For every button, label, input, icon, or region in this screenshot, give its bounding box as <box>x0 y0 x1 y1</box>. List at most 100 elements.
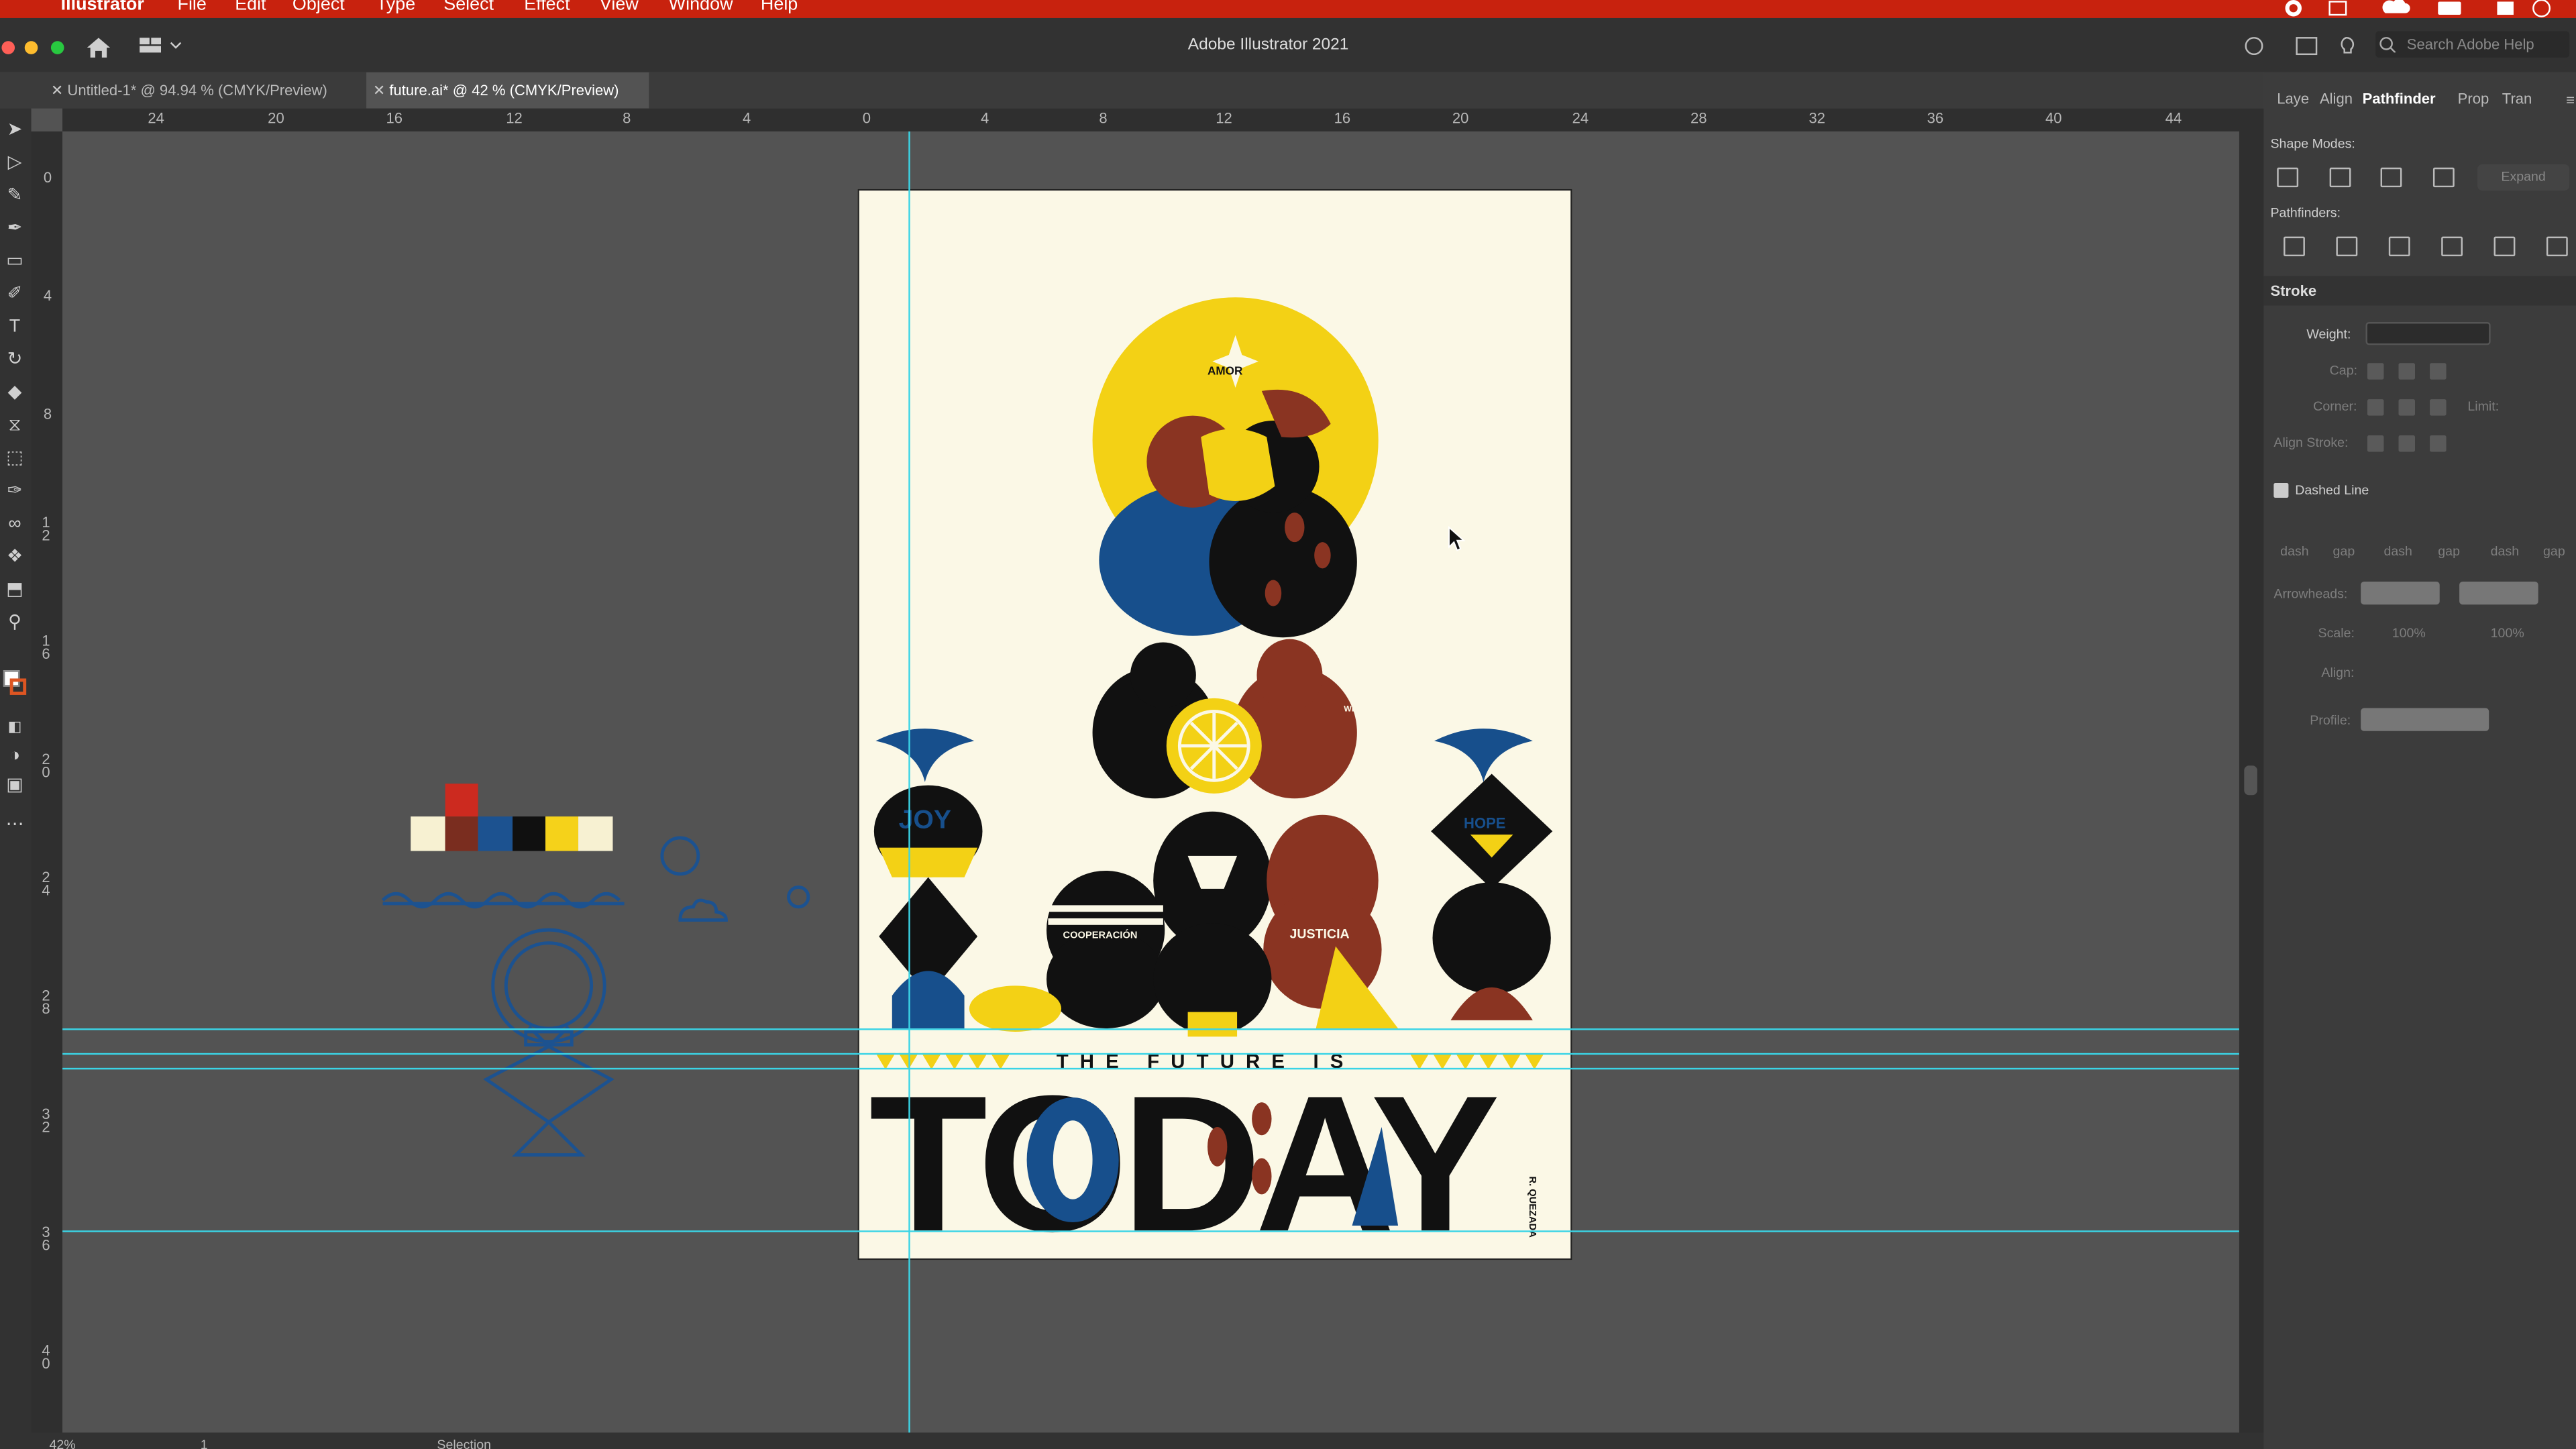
dashed-line-checkbox[interactable] <box>2273 483 2289 498</box>
align-center-button[interactable] <box>2367 435 2384 452</box>
gap-label: gap <box>2543 543 2565 559</box>
round-cap-button[interactable] <box>2398 363 2416 380</box>
swatch-red[interactable] <box>445 784 478 817</box>
ruler-label: 8 <box>1099 110 1108 127</box>
profile-select[interactable] <box>2361 708 2489 731</box>
menu-file[interactable]: File <box>177 0 206 15</box>
window-zoom-button[interactable] <box>50 41 64 54</box>
bevel-join-button[interactable] <box>2430 399 2447 416</box>
zoom-level[interactable]: 42% <box>49 1438 75 1449</box>
guide-horizontal[interactable] <box>62 1053 2239 1055</box>
canvas-area[interactable]: AMOR JOY HOPE WELCOME COOPERACIÓN JUSTIC… <box>62 131 2239 1433</box>
color-mode-icon[interactable]: ◧ <box>1 713 28 739</box>
stroke-weight-input[interactable] <box>2365 322 2491 345</box>
direct-selection-tool-icon[interactable]: ▷ <box>1 150 28 176</box>
intersect-button[interactable] <box>2380 167 2402 188</box>
end-scale-value[interactable]: 100% <box>2491 626 2524 641</box>
pen-tool-icon[interactable]: ✒ <box>1 215 28 241</box>
ruler-label: 24 <box>42 869 50 899</box>
tab-transform[interactable]: Tran <box>2502 85 2532 111</box>
artboard-tool-icon[interactable]: ⬒ <box>1 577 28 603</box>
artboard-poster[interactable]: AMOR JOY HOPE WELCOME COOPERACIÓN JUSTIC… <box>857 189 1572 1272</box>
exclude-button[interactable] <box>2432 167 2455 188</box>
menu-type[interactable]: Type <box>376 0 415 15</box>
joy-label: JOY <box>899 805 951 834</box>
status-bar: 42% 1 Selection <box>0 1432 2264 1449</box>
selection-tool-icon[interactable]: ➤ <box>1 117 28 143</box>
ruler-label: 0 <box>862 110 871 127</box>
menu-object[interactable]: Object <box>292 0 345 15</box>
close-icon[interactable]: ✕ <box>373 72 385 109</box>
expand-button[interactable]: Expand <box>2477 164 2570 191</box>
guide-horizontal[interactable] <box>62 1230 2239 1232</box>
projecting-cap-button[interactable] <box>2430 363 2447 380</box>
outline-button[interactable] <box>2493 236 2516 257</box>
screen-mode-icon[interactable]: ▣ <box>1 772 28 798</box>
guide-vertical[interactable] <box>908 131 910 1433</box>
menu-window[interactable]: Window <box>669 0 733 15</box>
blend-tool-icon[interactable]: ∞ <box>1 511 28 537</box>
guide-horizontal[interactable] <box>62 1067 2239 1070</box>
miter-join-button[interactable] <box>2367 399 2384 416</box>
rotate-tool-icon[interactable]: ↻ <box>1 347 28 373</box>
width-tool-icon[interactable]: ⧖ <box>1 413 28 439</box>
zoom-tool-icon[interactable]: ⚲ <box>1 610 28 636</box>
eyedropper-tool-icon[interactable]: ✑ <box>1 478 28 504</box>
ruler-label: 0 <box>43 169 52 186</box>
vertical-scrollbar[interactable] <box>2239 108 2264 1433</box>
menu-view[interactable]: View <box>600 0 639 15</box>
ruler-label: 32 <box>42 1106 50 1136</box>
crop-button[interactable] <box>2441 236 2463 257</box>
start-scale-value[interactable]: 100% <box>2392 626 2426 641</box>
guide-horizontal[interactable] <box>62 1028 2239 1030</box>
butt-cap-button[interactable] <box>2367 363 2384 380</box>
symbol-sprayer-tool-icon[interactable]: ❖ <box>1 544 28 570</box>
trim-button[interactable] <box>2336 236 2358 257</box>
start-arrowhead-select[interactable] <box>2361 581 2440 605</box>
scrollbar-thumb[interactable] <box>2244 765 2257 796</box>
end-arrowhead-select[interactable] <box>2459 581 2538 605</box>
tab-properties[interactable]: Prop <box>2458 85 2489 111</box>
magic-wand-tool-icon[interactable]: ✎ <box>1 182 28 209</box>
round-join-button[interactable] <box>2398 399 2416 416</box>
merge-button[interactable] <box>2388 236 2410 257</box>
align-outside-button[interactable] <box>2430 435 2447 452</box>
pencil-tool-icon[interactable]: ✐ <box>1 281 28 307</box>
rectangle-tool-icon[interactable]: ▭ <box>1 248 28 274</box>
ruler-label: 20 <box>42 751 50 781</box>
align-inside-button[interactable] <box>2398 435 2416 452</box>
window-close-button[interactable] <box>1 41 15 54</box>
document-tab-bar: ✕ Untitled-1* @ 94.94 % (CMYK/Preview) ✕… <box>0 72 2264 109</box>
divide-button[interactable] <box>2284 236 2305 257</box>
artboard-number[interactable]: 1 <box>201 1438 208 1449</box>
unite-button[interactable] <box>2277 167 2299 188</box>
eraser-tool-icon[interactable]: ◆ <box>1 380 28 406</box>
menu-app-name[interactable]: Illustrator <box>61 0 144 15</box>
menu-edit[interactable]: Edit <box>235 0 266 15</box>
free-transform-tool-icon[interactable]: ⬚ <box>1 445 28 472</box>
menu-effect[interactable]: Effect <box>524 0 570 15</box>
tab-layers[interactable]: Laye <box>2277 85 2309 111</box>
tab-untitled-1[interactable]: ✕ Untitled-1* @ 94.94 % (CMYK/Preview) <box>44 72 366 109</box>
minus-back-button[interactable] <box>2546 236 2568 257</box>
panel-menu-icon[interactable]: ≡ <box>2566 92 2575 108</box>
home-icon[interactable] <box>85 36 111 59</box>
menu-help[interactable]: Help <box>761 0 798 15</box>
minus-front-button[interactable] <box>2329 167 2351 188</box>
type-tool-icon[interactable]: T <box>1 314 28 340</box>
shape-modes-label: Shape Modes: <box>2270 136 2355 152</box>
tab-align[interactable]: Align <box>2320 85 2353 111</box>
menu-select[interactable]: Select <box>443 0 494 15</box>
stroke-swatch[interactable] <box>9 678 27 695</box>
pasteboard-outline-shapes[interactable] <box>374 821 835 1166</box>
workspace-switcher-icon[interactable] <box>138 36 187 56</box>
stroke-panel-header[interactable]: Stroke <box>2263 276 2576 306</box>
more-tools-icon[interactable]: ⋯ <box>1 812 28 838</box>
close-icon[interactable]: ✕ <box>51 72 63 109</box>
window-minimize-button[interactable] <box>24 41 38 54</box>
tab-pathfinder[interactable]: Pathfinder <box>2363 85 2436 111</box>
scale-label: Scale: <box>2318 626 2355 641</box>
tab-future-ai[interactable]: ✕ future.ai* @ 42 % (CMYK/Preview) <box>366 72 649 109</box>
draw-mode-icon[interactable]: ◑ <box>1 743 28 769</box>
search-adobe-help-input[interactable]: Search Adobe Help <box>2375 31 2570 58</box>
